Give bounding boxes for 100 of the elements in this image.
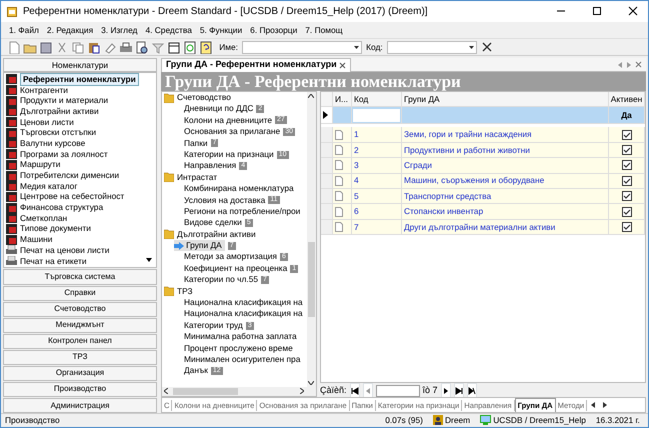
refresh-icon[interactable] <box>183 40 197 54</box>
sidebar-item[interactable]: Печат на ценови листи <box>20 244 110 256</box>
section-button[interactable]: Мениджмънт <box>3 318 157 333</box>
scrollbar[interactable] <box>307 92 316 387</box>
filter-value[interactable]: Да <box>609 107 645 124</box>
checked-checkbox[interactable] <box>622 144 632 155</box>
tree-item[interactable]: Видове сделки <box>184 217 242 229</box>
printer-icon[interactable] <box>119 40 133 54</box>
section-button[interactable]: ТРЗ <box>3 350 157 365</box>
tree-item[interactable]: Методи за амортизация <box>184 251 277 263</box>
record-field[interactable] <box>376 384 420 397</box>
tree-item[interactable]: Колони на дневниците <box>184 114 272 126</box>
sidebar-item[interactable]: Контрагенти <box>20 84 68 96</box>
tree-item[interactable]: Данък <box>184 365 208 377</box>
table-cell: 2 <box>352 142 402 158</box>
sidebar-item[interactable]: Валутни курсове <box>20 138 86 149</box>
section-button[interactable]: Производство <box>3 382 157 397</box>
close-icon <box>338 62 346 68</box>
sidebar-item[interactable]: Центрове на себестойност <box>20 191 124 202</box>
tree-item[interactable]: Категории на признаци <box>184 148 274 160</box>
sidebar-item[interactable]: Машини <box>20 234 52 246</box>
sidebar-item[interactable]: Ценови листи <box>20 116 74 128</box>
sidebar-item[interactable]: Маршрути <box>20 159 60 170</box>
scroll-down-icon <box>308 381 314 385</box>
print-preview-icon[interactable] <box>135 40 149 54</box>
new-file-icon[interactable] <box>7 40 21 54</box>
table-cell: Сгради <box>402 158 609 173</box>
tree-item[interactable]: Категории по чл.55 <box>184 274 258 286</box>
tree-item[interactable]: Групи ДА <box>174 240 225 252</box>
scroll-thumb[interactable] <box>308 242 315 317</box>
sidebar-item[interactable]: Финансова структура <box>20 202 104 214</box>
tree-item[interactable]: Комбинирана номенклатура <box>184 183 294 195</box>
checked-checkbox[interactable] <box>622 222 632 232</box>
tree-item[interactable]: Папки <box>184 138 208 149</box>
sidebar-item[interactable]: Продукти и материали <box>20 95 108 106</box>
document-icon <box>335 206 343 217</box>
table-cell: Стопански инвентар <box>402 204 609 219</box>
help-icon[interactable] <box>199 40 213 54</box>
tree-group[interactable]: Счетоводство <box>177 92 231 104</box>
tree-group[interactable]: ТРЗ <box>177 286 193 298</box>
sidebar-item[interactable]: Търговски отстъпки <box>20 127 96 138</box>
section-button[interactable]: Справки <box>3 286 157 301</box>
column-header[interactable]: Код <box>352 92 402 106</box>
tree-item[interactable]: Категории труд <box>184 320 243 332</box>
checked-checkbox[interactable] <box>622 191 632 202</box>
tree-group[interactable]: Дълготрайни активи <box>177 228 256 240</box>
tree-item[interactable]: Условия на доставка <box>184 194 266 206</box>
menu-item[interactable]: 1. Файл <box>9 24 39 36</box>
section-button[interactable]: Търговска система <box>3 269 157 285</box>
save-icon[interactable] <box>39 40 53 54</box>
menu-item[interactable]: 5. Функции <box>200 24 242 36</box>
sidebar-item[interactable]: Дълготрайни активи <box>20 106 99 117</box>
menu-item[interactable]: 2. Редакция <box>46 24 94 36</box>
tree-item[interactable]: Основания за прилагане <box>184 126 280 138</box>
checked-checkbox[interactable] <box>622 130 632 140</box>
checked-checkbox[interactable] <box>622 176 632 186</box>
tree-item[interactable]: Коефициент на преоценка <box>184 262 288 274</box>
table-cell: 7 <box>352 220 402 234</box>
tree-item[interactable]: Региони на потребление/прои <box>184 206 300 218</box>
column-header[interactable]: Активен <box>609 92 645 106</box>
menu-item[interactable]: 7. Помощ <box>305 24 343 36</box>
sidebar-item[interactable]: Медия каталог <box>20 180 78 192</box>
module-icon <box>6 74 17 84</box>
sidebar-item[interactable]: Печат на етикети <box>20 256 87 267</box>
tree-item[interactable]: Процент прослужено време <box>184 342 293 354</box>
tree-item[interactable]: Национална класификация на <box>184 297 302 308</box>
menu-item[interactable]: 3. Изглед <box>101 24 138 36</box>
section-button[interactable]: Счетоводство <box>3 302 157 317</box>
tree-item[interactable]: Минимална работна заплата <box>184 331 297 343</box>
scroll-left-icon <box>164 388 168 394</box>
sidebar-item[interactable]: Потребителски дименсии <box>20 170 120 182</box>
scroll-left-icon <box>591 402 596 408</box>
sidebar-item[interactable]: Типове документи <box>20 223 91 234</box>
module-icon <box>6 224 17 234</box>
document-tab[interactable]: Групи ДА - Референтни номенклатури <box>161 58 351 72</box>
tree-item[interactable]: Национална класификация на <box>184 308 302 320</box>
tree-item[interactable]: Минимален осигурителен пра <box>184 354 300 366</box>
record-count: îò 7 <box>422 384 438 397</box>
menu-item[interactable]: 6. Прозорци <box>250 24 298 36</box>
paste-icon[interactable] <box>87 40 101 54</box>
tree-item[interactable]: Направления <box>184 160 236 172</box>
sidebar-item[interactable]: Програми за лоялност <box>20 148 108 160</box>
maximize-icon <box>592 6 602 16</box>
section-button[interactable]: Организация <box>3 366 157 381</box>
sidebar-item[interactable]: Сметкоплан <box>20 212 68 224</box>
checked-checkbox[interactable] <box>622 206 632 217</box>
section-button[interactable]: Администрация <box>3 398 157 414</box>
scrollbar[interactable] <box>162 387 316 396</box>
column-header[interactable]: И... <box>333 92 352 106</box>
checked-checkbox[interactable] <box>622 160 632 170</box>
filter-field[interactable] <box>353 108 400 122</box>
scroll-thumb[interactable] <box>173 388 238 395</box>
column-header[interactable]: Групи ДА <box>402 92 609 106</box>
window-icon[interactable] <box>167 40 181 54</box>
tree-item[interactable]: Дневници по ДДС <box>184 103 254 115</box>
menu-item[interactable]: 4. Средства <box>145 24 192 36</box>
tree-group[interactable]: Интрастат <box>177 172 218 184</box>
sidebar-item[interactable]: Референтни номенклатури <box>20 73 139 86</box>
section-button[interactable]: Контролен панел <box>3 334 157 349</box>
status-text: Производство <box>5 414 61 427</box>
